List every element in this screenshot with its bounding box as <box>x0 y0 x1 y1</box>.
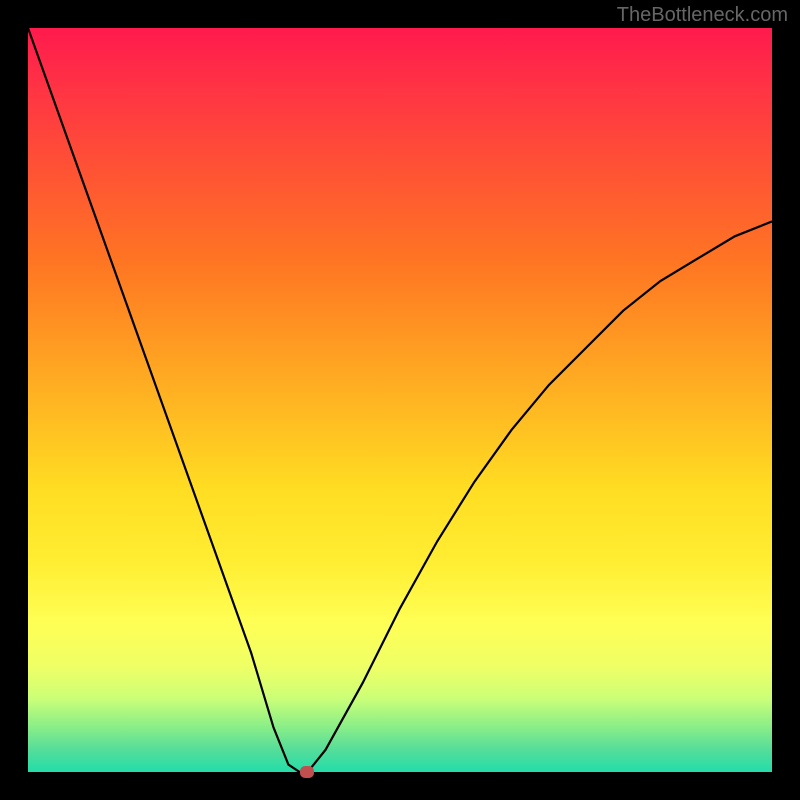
bottleneck-curve <box>28 28 772 772</box>
watermark-text: TheBottleneck.com <box>617 4 788 27</box>
chart-plot-area <box>28 28 772 772</box>
optimal-point-marker <box>300 766 314 778</box>
